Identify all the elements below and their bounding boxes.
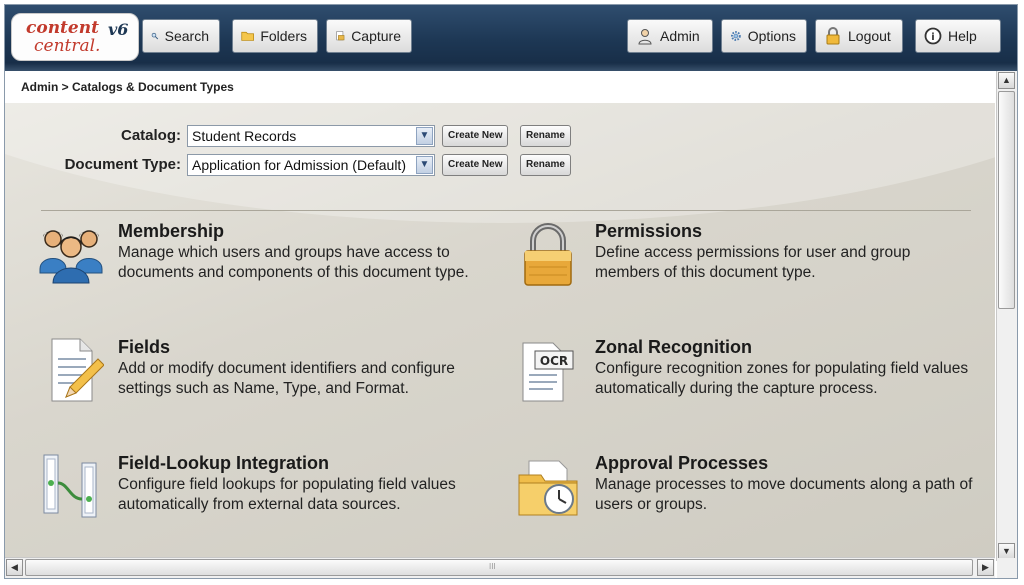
- main-content: Catalog: Student Records ▼ Create New Re…: [5, 103, 995, 558]
- breadcrumb: Admin > Catalogs & Document Types: [21, 80, 234, 94]
- document-type-create-new-button[interactable]: Create New: [442, 154, 509, 176]
- chevron-down-icon[interactable]: ▼: [416, 127, 433, 145]
- app-window: content central. v6 Search Folders Captu…: [4, 4, 1018, 579]
- approval-processes-description: Manage processes to move documents along…: [595, 476, 973, 513]
- lock-icon: [826, 27, 840, 45]
- document-type-select-value: Application for Admission (Default): [192, 157, 406, 173]
- breadcrumb-bar: Admin > Catalogs & Document Types: [5, 71, 995, 104]
- document-type-label: Document Type:: [64, 156, 181, 173]
- folder-icon: [241, 31, 254, 41]
- search-button-label: Search: [164, 28, 209, 44]
- logo-version: v6: [108, 20, 129, 39]
- admin-button-label: Admin: [660, 28, 700, 44]
- folders-button[interactable]: Folders: [232, 19, 318, 53]
- vertical-scroll-thumb[interactable]: [998, 91, 1015, 309]
- catalog-label: Catalog:: [121, 127, 181, 144]
- horizontal-scroll-thumb[interactable]: III: [25, 559, 973, 576]
- search-icon: [151, 32, 159, 40]
- horizontal-scrollbar[interactable]: ◀ III ▶: [5, 557, 995, 578]
- membership-description: Manage which users and groups have acces…: [118, 244, 469, 281]
- document-pencil-icon: [51, 338, 104, 402]
- zonal-recognition-title[interactable]: Zonal Recognition: [595, 337, 752, 358]
- logo-text-central: central.: [34, 36, 101, 56]
- help-button[interactable]: i Help: [915, 19, 1001, 53]
- section-divider: [41, 210, 971, 211]
- catalog-rename-button[interactable]: Rename: [520, 125, 571, 147]
- data-link-icon: [43, 454, 97, 518]
- catalog-select[interactable]: Student Records ▼: [187, 125, 435, 147]
- chevron-down-icon[interactable]: ▼: [416, 156, 433, 174]
- search-button[interactable]: Search: [142, 19, 220, 53]
- help-button-label: Help: [948, 28, 977, 44]
- document-type-select[interactable]: Application for Admission (Default) ▼: [187, 154, 435, 176]
- users-group-icon: [39, 230, 103, 284]
- logout-button-label: Logout: [848, 28, 891, 44]
- gear-icon: [730, 31, 741, 41]
- permissions-title[interactable]: Permissions: [595, 221, 702, 242]
- admin-user-icon: [638, 29, 652, 45]
- membership-title[interactable]: Membership: [118, 221, 224, 242]
- catalog-select-value: Student Records: [192, 128, 297, 144]
- scroll-left-arrow-icon[interactable]: ◀: [6, 559, 23, 576]
- field-lookup-integration-description: Configure field lookups for populating f…: [118, 476, 456, 513]
- options-button-label: Options: [747, 28, 796, 44]
- help-icon: i: [924, 27, 942, 45]
- catalog-create-new-button[interactable]: Create New: [442, 125, 509, 147]
- folders-button-label: Folders: [260, 28, 307, 44]
- document-type-rename-button[interactable]: Rename: [520, 154, 571, 176]
- options-button[interactable]: Options: [721, 19, 807, 53]
- fields-description: Add or modify document identifiers and c…: [118, 360, 455, 397]
- svg-text:i: i: [931, 32, 934, 43]
- zonal-recognition-description: Configure recognition zones for populati…: [595, 360, 969, 397]
- content-central-logo[interactable]: content central. v6: [11, 13, 139, 61]
- padlock-icon: [524, 223, 572, 286]
- folder-clock-icon: [518, 460, 578, 516]
- scroll-up-arrow-icon[interactable]: ▲: [998, 72, 1015, 89]
- logout-button[interactable]: Logout: [815, 19, 903, 53]
- scroll-grip-icon: III: [489, 562, 496, 571]
- scroll-right-arrow-icon[interactable]: ▶: [977, 559, 994, 576]
- admin-button[interactable]: Admin: [627, 19, 713, 53]
- scrollbar-corner: [997, 558, 1017, 578]
- approval-processes-title[interactable]: Approval Processes: [595, 453, 768, 474]
- svg-text:OCR: OCR: [540, 354, 568, 368]
- permissions-description: Define access permissions for user and g…: [595, 244, 911, 281]
- capture-button-label: Capture: [351, 28, 401, 44]
- field-lookup-integration-title[interactable]: Field-Lookup Integration: [118, 453, 329, 474]
- capture-button[interactable]: Capture: [326, 19, 412, 53]
- fields-title[interactable]: Fields: [118, 337, 170, 358]
- capture-document-icon: [336, 31, 345, 41]
- vertical-scrollbar[interactable]: ▲ ▼: [996, 71, 1017, 561]
- top-navigation-bar: content central. v6 Search Folders Captu…: [5, 5, 1017, 71]
- logo-text-content: content: [26, 18, 99, 38]
- ocr-document-icon: OCR: [522, 342, 574, 402]
